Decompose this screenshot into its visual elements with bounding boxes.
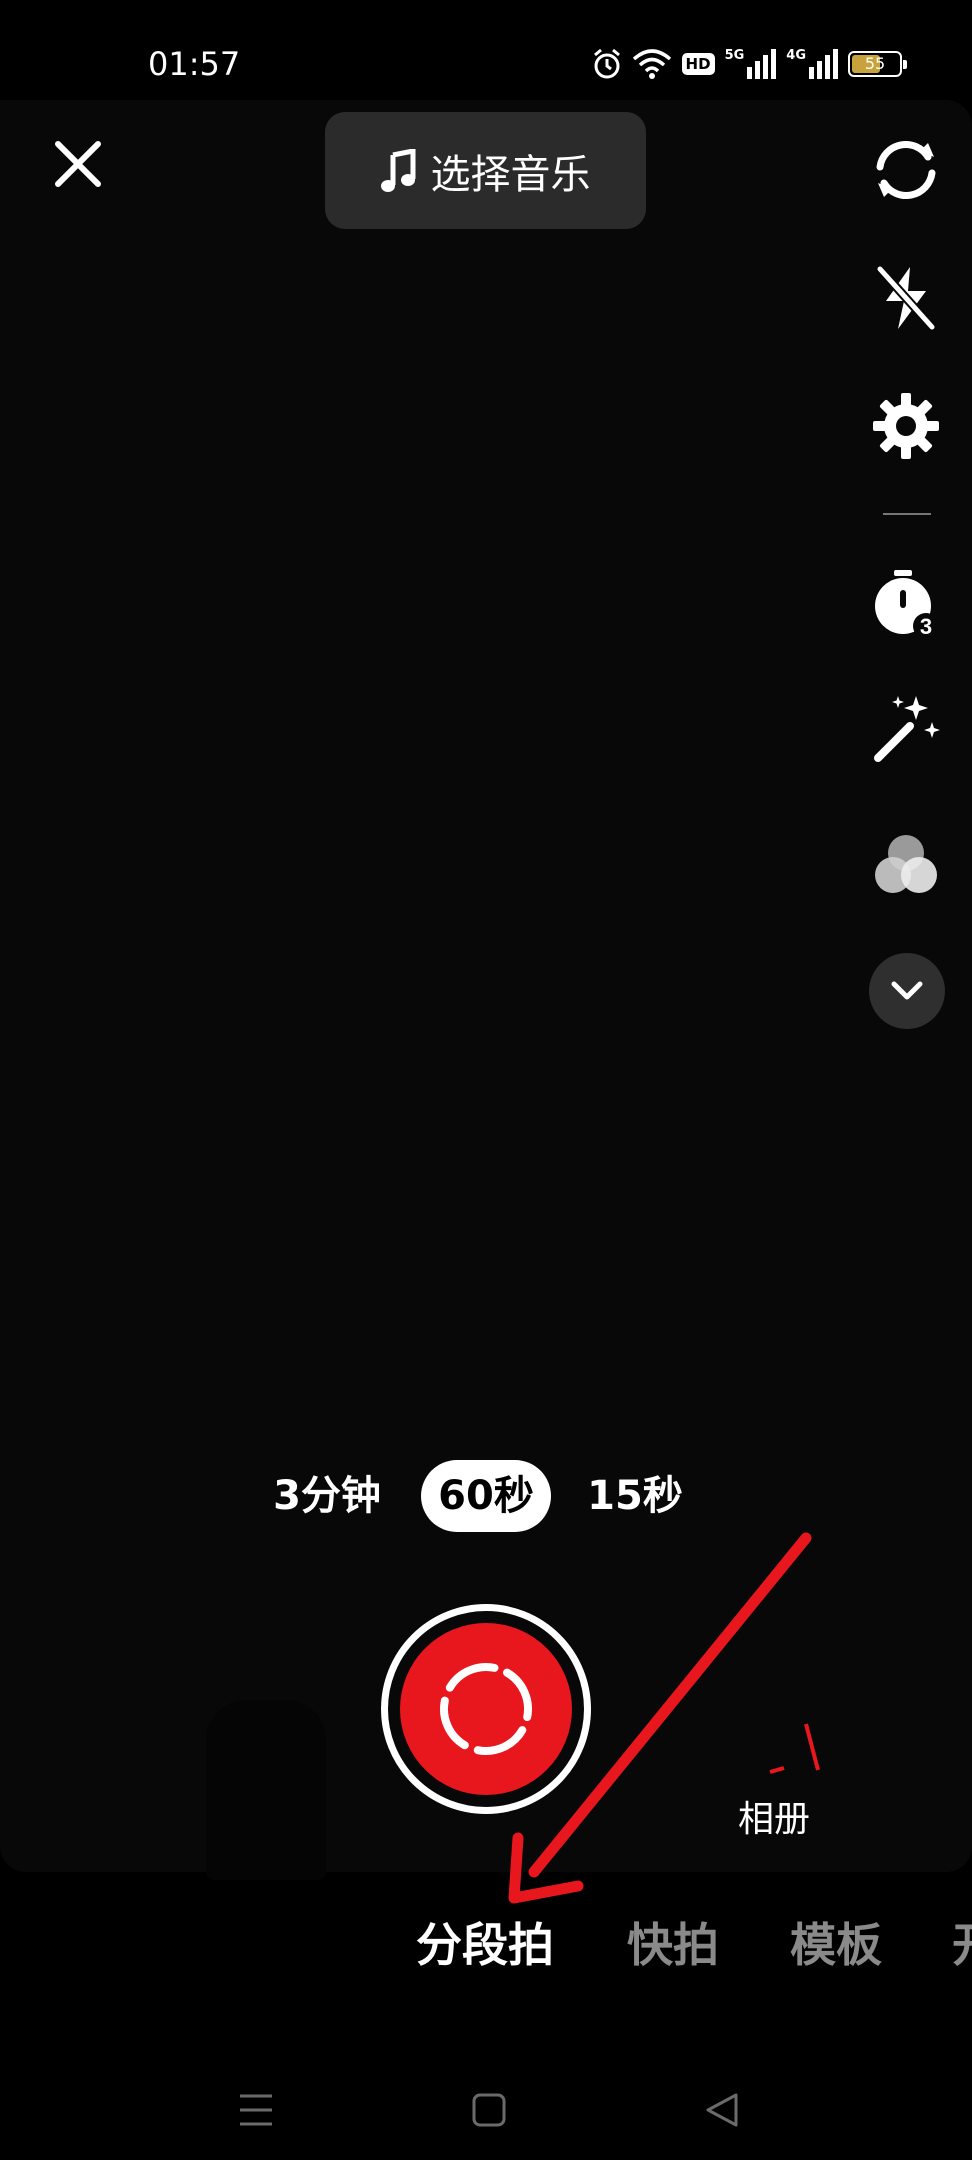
mode-template[interactable]: 模板	[790, 1905, 882, 1985]
status-bar: 01:57 HD 5G 4G 55	[0, 0, 972, 100]
mode-segmented[interactable]: 分段拍	[416, 1905, 554, 1985]
status-icons: HD 5G 4G 55	[592, 46, 907, 82]
mode-bar: 分段拍 快拍 模板 开	[0, 1905, 972, 1985]
mode-live[interactable]: 开	[952, 1905, 972, 1985]
back-triangle-icon	[706, 2093, 738, 2127]
flip-camera-button[interactable]	[868, 132, 944, 208]
magic-wand-icon	[874, 696, 940, 762]
filter-circles-icon	[875, 835, 937, 893]
select-music-button[interactable]: 选择音乐	[325, 112, 646, 229]
home-button[interactable]	[459, 2080, 519, 2140]
select-music-label: 选择音乐	[430, 151, 591, 198]
back-button[interactable]	[692, 2080, 752, 2140]
timer-badge: 3	[920, 614, 932, 639]
network-4g-label: 4G	[786, 48, 806, 63]
music-note-icon	[380, 148, 415, 192]
duration-3min[interactable]: 3分钟	[262, 1460, 392, 1532]
home-square-icon	[472, 2093, 506, 2127]
signal-4g-icon: 4G	[786, 49, 838, 79]
alarm-icon	[593, 48, 620, 79]
album-label[interactable]: 相册	[738, 1790, 810, 1842]
chevron-down-icon	[891, 981, 923, 1000]
more-tools-button[interactable]	[869, 953, 945, 1029]
album-thumbnail[interactable]	[760, 1720, 820, 1776]
flash-off-icon	[876, 265, 936, 331]
tool-divider	[883, 513, 931, 515]
duration-selector: 3分钟 60秒 15秒	[0, 1460, 972, 1532]
background-shape	[206, 1700, 326, 1880]
duration-15s[interactable]: 15秒	[580, 1460, 690, 1532]
network-5g-label: 5G	[724, 48, 745, 63]
close-button[interactable]	[50, 136, 106, 192]
menu-icon	[240, 2094, 272, 2126]
signal-5g-icon: 5G	[725, 49, 777, 79]
duration-60s[interactable]: 60秒	[421, 1460, 551, 1532]
beauty-button[interactable]	[868, 690, 944, 766]
flash-button[interactable]	[868, 260, 944, 336]
mode-quick[interactable]: 快拍	[627, 1905, 719, 1985]
close-icon	[55, 141, 101, 187]
timer-3-icon: 3	[875, 570, 939, 639]
timer-button[interactable]: 3	[868, 566, 944, 642]
settings-button[interactable]	[868, 388, 944, 464]
album-icon	[769, 1723, 820, 1774]
gear-icon	[873, 393, 939, 459]
segmented-record-icon	[440, 1663, 532, 1755]
record-button-inner	[400, 1623, 572, 1795]
status-time: 01:57	[148, 45, 241, 83]
record-button[interactable]	[381, 1604, 591, 1814]
system-nav-bar	[0, 2060, 972, 2160]
hd-badge: HD	[681, 53, 715, 75]
battery-icon: 55	[848, 51, 907, 77]
wifi-icon	[632, 49, 671, 79]
flip-camera-icon	[876, 141, 936, 199]
recent-apps-button[interactable]	[226, 2080, 286, 2140]
battery-level: 55	[864, 54, 886, 73]
filters-button[interactable]	[868, 826, 944, 902]
